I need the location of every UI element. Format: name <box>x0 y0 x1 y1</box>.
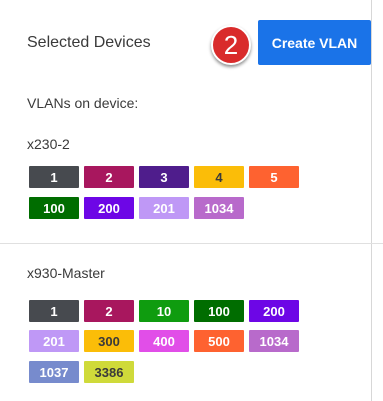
vlan-chip-row: 12345 <box>29 166 299 188</box>
vlan-chip-100[interactable]: 100 <box>29 197 79 219</box>
vlan-chip-1037[interactable]: 1037 <box>29 361 79 383</box>
vlan-chip-3386[interactable]: 3386 <box>84 361 134 383</box>
vlan-chip-1[interactable]: 1 <box>29 300 79 322</box>
vlan-chip-500[interactable]: 500 <box>194 330 244 352</box>
panel-title: Selected Devices <box>27 34 151 51</box>
vlan-chip-4[interactable]: 4 <box>194 166 244 188</box>
vlan-chip-300[interactable]: 300 <box>84 330 134 352</box>
step-number-badge: 2 <box>211 25 251 65</box>
vlan-chip-201[interactable]: 201 <box>139 197 189 219</box>
vlan-chip-1034[interactable]: 1034 <box>194 197 244 219</box>
vlan-chip-400[interactable]: 400 <box>139 330 189 352</box>
vlan-chip-200[interactable]: 200 <box>249 300 299 322</box>
create-vlan-button[interactable]: Create VLAN <box>258 20 371 65</box>
vlan-chip-2[interactable]: 2 <box>84 166 134 188</box>
vlans-on-device-label: VLANs on device: <box>27 95 139 111</box>
vlan-chip-2[interactable]: 2 <box>84 300 134 322</box>
vlan-chip-5[interactable]: 5 <box>249 166 299 188</box>
vlan-chip-1034[interactable]: 1034 <box>249 330 299 352</box>
vlan-chip-1[interactable]: 1 <box>29 166 79 188</box>
selected-devices-panel: Selected Devices 2 Create VLAN VLANs on … <box>0 0 383 401</box>
vlan-chip-row: 100 200 201 1034 <box>29 197 244 219</box>
vlan-chip-100[interactable]: 100 <box>194 300 244 322</box>
device-divider <box>0 243 383 244</box>
vlan-chip-3[interactable]: 3 <box>139 166 189 188</box>
vlan-chip-201[interactable]: 201 <box>29 330 79 352</box>
vlan-chip-10[interactable]: 10 <box>139 300 189 322</box>
device-name-x230-2: x230-2 <box>27 136 70 152</box>
vlan-chip-row: 201 300 400 500 1034 <box>29 330 299 352</box>
vlan-chip-200[interactable]: 200 <box>84 197 134 219</box>
vlan-chip-row: 1 2 10 100 200 <box>29 300 299 322</box>
vlan-chip-row: 1037 3386 <box>29 361 134 383</box>
device-name-x930-master: x930-Master <box>27 265 105 281</box>
